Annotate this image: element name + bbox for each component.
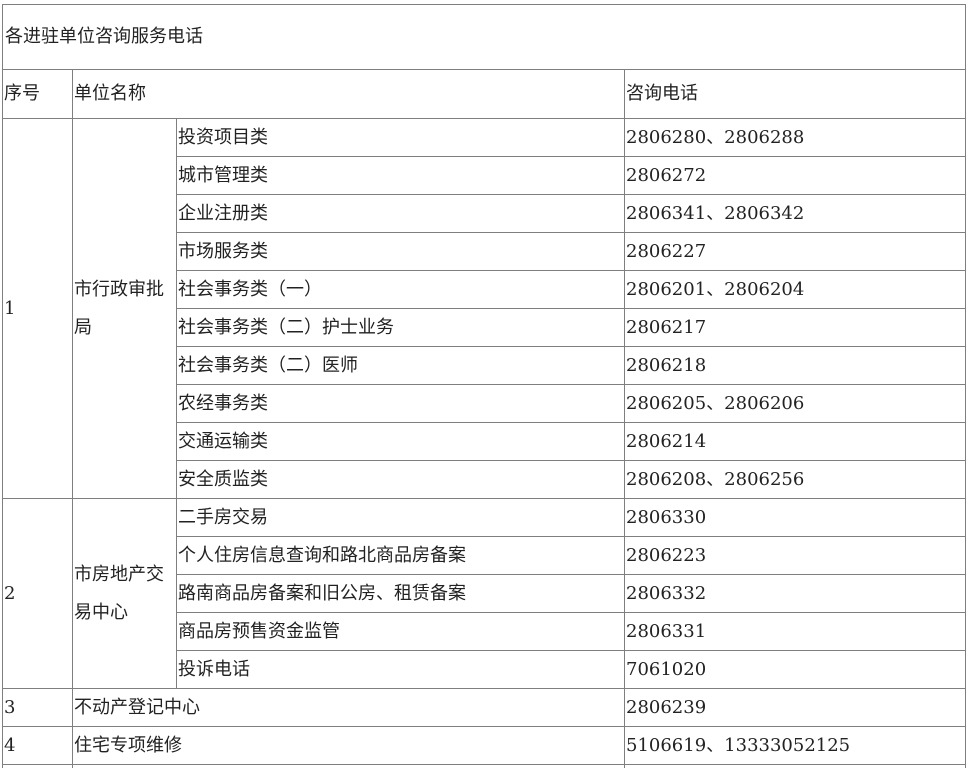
category-cell: 社会事务类（二）医师 bbox=[176, 346, 625, 385]
category-cell: 个人住房信息查询和路北商品房备案 bbox=[176, 536, 625, 575]
phone-cell: 2806272 bbox=[624, 156, 966, 195]
phone-cell: 2806205、2806206 bbox=[624, 384, 966, 423]
unit-name-cell: 不动产登记中心 bbox=[72, 688, 625, 727]
phone-cell: 2806218 bbox=[624, 346, 966, 385]
phone-cell: 2806217 bbox=[624, 308, 966, 347]
table-row: 3 不动产登记中心 2806239 bbox=[2, 688, 966, 727]
phone-cell: 2806341、2806342 bbox=[624, 194, 966, 233]
phone-cell: 2806201、2806204 bbox=[624, 270, 966, 309]
unit-name-cell: 住宅专项维修 bbox=[72, 726, 625, 765]
category-cell: 社会事务类（二）护士业务 bbox=[176, 308, 625, 347]
phone-cell: 2806280、2806288 bbox=[624, 118, 966, 157]
page: 各进驻单位咨询服务电话 序号 单位名称 咨询电话 1 市行政审批局 投资项目类 280… bbox=[0, 0, 970, 768]
phone-cell: 7061020 bbox=[624, 650, 966, 689]
unit-name-cell: 市行政审批局 bbox=[72, 118, 177, 499]
seq-cell: 4 bbox=[2, 726, 73, 765]
category-cell: 农经事务类 bbox=[176, 384, 625, 423]
header-seq: 序号 bbox=[2, 69, 73, 119]
seq-cell: 1 bbox=[2, 118, 73, 499]
cut-cell bbox=[2, 764, 73, 768]
table-title-row: 各进驻单位咨询服务电话 bbox=[2, 4, 966, 70]
phone-cell: 2806208、2806256 bbox=[624, 460, 966, 499]
category-cell: 城市管理类 bbox=[176, 156, 625, 195]
category-cell: 投资项目类 bbox=[176, 118, 625, 157]
cut-cell bbox=[624, 764, 966, 768]
phone-cell: 2806223 bbox=[624, 536, 966, 575]
phone-cell: 2806331 bbox=[624, 612, 966, 651]
phone-cell: 2806227 bbox=[624, 232, 966, 271]
phone-cell: 2806332 bbox=[624, 574, 966, 613]
seq-cell: 2 bbox=[2, 498, 73, 689]
category-cell: 路南商品房备案和旧公房、租赁备案 bbox=[176, 574, 625, 613]
category-cell: 市场服务类 bbox=[176, 232, 625, 271]
phone-cell: 2806239 bbox=[624, 688, 966, 727]
category-cell: 交通运输类 bbox=[176, 422, 625, 461]
consult-phone-table: 各进驻单位咨询服务电话 序号 单位名称 咨询电话 1 市行政审批局 投资项目类 280… bbox=[2, 4, 966, 768]
table-row: 4 住宅专项维修 5106619、13333052125 bbox=[2, 726, 966, 765]
header-phone: 咨询电话 bbox=[624, 69, 966, 119]
header-row: 序号 单位名称 咨询电话 bbox=[2, 69, 966, 119]
header-unit: 单位名称 bbox=[72, 69, 625, 119]
category-cell: 商品房预售资金监管 bbox=[176, 612, 625, 651]
category-cell: 安全质监类 bbox=[176, 460, 625, 499]
category-cell: 投诉电话 bbox=[176, 650, 625, 689]
table-row: 1 市行政审批局 投资项目类 2806280、2806288 bbox=[2, 118, 966, 499]
unit-name-cell: 市房地产交易中心 bbox=[72, 498, 177, 689]
phone-cell: 2806214 bbox=[624, 422, 966, 461]
category-cell: 二手房交易 bbox=[176, 498, 625, 537]
seq-cell: 3 bbox=[2, 688, 73, 727]
table-row: 2 市房地产交易中心 二手房交易 2806330 bbox=[2, 498, 966, 689]
table-title: 各进驻单位咨询服务电话 bbox=[2, 4, 966, 70]
cut-off-row bbox=[2, 764, 966, 768]
phone-cell: 5106619、13333052125 bbox=[624, 726, 966, 765]
cut-cell bbox=[72, 764, 625, 768]
phone-cell: 2806330 bbox=[624, 498, 966, 537]
category-cell: 社会事务类（一） bbox=[176, 270, 625, 309]
category-cell: 企业注册类 bbox=[176, 194, 625, 233]
